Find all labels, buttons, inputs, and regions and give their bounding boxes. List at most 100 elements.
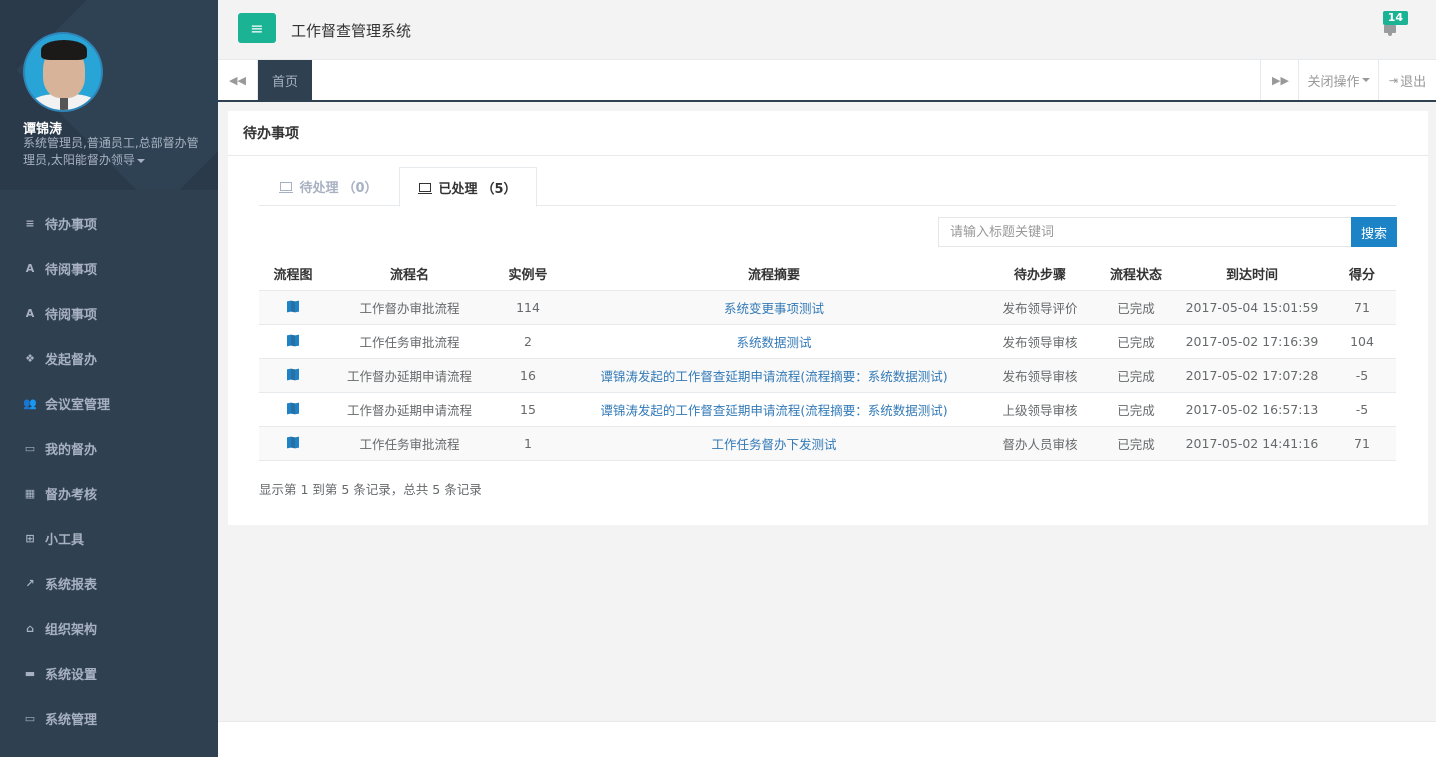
tab-scroll-right-button[interactable]: ▶▶ bbox=[1260, 60, 1300, 100]
caret-down-icon bbox=[136, 158, 145, 163]
summary-link[interactable]: 谭锦涛发起的工作督查延期申请流程(流程摘要：系统数据测试) bbox=[600, 403, 947, 418]
tab-bar: ◀◀ 首页 ▶▶ 关闭操作 ⇥ 退出 bbox=[218, 60, 1436, 102]
sidebar-item-1[interactable]: A 待阅事项 bbox=[0, 246, 218, 291]
map-icon[interactable] bbox=[287, 402, 299, 414]
column-header[interactable]: 到达时间 bbox=[1176, 257, 1328, 291]
map-icon[interactable] bbox=[287, 334, 299, 346]
sidebar-item-6[interactable]: ▦ 督办考核 bbox=[0, 471, 218, 516]
sidebar-item-4[interactable]: 👥 会议室管理 bbox=[0, 381, 218, 426]
sidebar-item-label: 待阅事项 bbox=[45, 308, 98, 323]
sidebar-item-label: 系统管理 bbox=[45, 713, 98, 728]
credit-card-icon: ▬ bbox=[24, 667, 36, 680]
close-operations-dropdown[interactable]: 关闭操作 bbox=[1298, 60, 1378, 100]
sidebar-item-label: 发起督办 bbox=[45, 353, 98, 368]
tab-pending[interactable]: 待处理 （0） bbox=[259, 167, 399, 206]
sidebar-item-label: 小工具 bbox=[45, 533, 85, 548]
map-icon[interactable] bbox=[287, 436, 299, 448]
column-header[interactable]: 流程状态 bbox=[1096, 257, 1176, 291]
sidebar-item-label: 督办考核 bbox=[45, 488, 98, 503]
footer bbox=[218, 721, 1436, 757]
column-header[interactable]: 流程名 bbox=[327, 257, 492, 291]
table-row[interactable]: 工作督办延期申请流程 16 谭锦涛发起的工作督查延期申请流程(流程摘要：系统数据测试… bbox=[259, 358, 1396, 393]
step-cell: 发布领导审核 bbox=[984, 358, 1096, 393]
tab-scroll-left-button[interactable]: ◀◀ bbox=[218, 60, 258, 100]
forward-icon: ▶▶ bbox=[1272, 73, 1289, 87]
column-header[interactable]: 得分 bbox=[1328, 257, 1396, 291]
column-header[interactable]: 流程摘要 bbox=[564, 257, 984, 291]
sidebar-item-label: 系统设置 bbox=[45, 668, 98, 683]
process-name-cell: 工作督办延期申请流程 bbox=[327, 358, 492, 393]
sidebar-item-10[interactable]: ▬ 系统设置 bbox=[0, 651, 218, 696]
column-header[interactable]: 待办步骤 bbox=[984, 257, 1096, 291]
instance-id-cell: 15 bbox=[492, 392, 564, 427]
sidebar-item-label: 待阅事项 bbox=[45, 263, 98, 278]
summary-link[interactable]: 工作任务督办下发测试 bbox=[711, 437, 836, 452]
arrival-time-cell: 2017-05-04 15:01:59 bbox=[1176, 290, 1328, 325]
column-header[interactable]: 流程图 bbox=[259, 257, 327, 291]
score-cell: -5 bbox=[1328, 358, 1396, 393]
score-cell: -5 bbox=[1328, 392, 1396, 427]
backward-icon: ◀◀ bbox=[229, 73, 246, 87]
laptop-icon: ▭ bbox=[24, 442, 36, 455]
font-icon: A bbox=[25, 262, 35, 275]
process-name-cell: 工作任务审批流程 bbox=[327, 324, 492, 359]
sidebar-item-0[interactable]: ≡ 待办事项 bbox=[0, 201, 218, 246]
summary-link[interactable]: 谭锦涛发起的工作督查延期申请流程(流程摘要：系统数据测试) bbox=[600, 369, 947, 384]
map-icon[interactable] bbox=[287, 368, 299, 380]
desktop-icon: ▭ bbox=[24, 712, 36, 725]
font-icon: A bbox=[25, 307, 35, 320]
sidebar-item-2[interactable]: A 待阅事项 bbox=[0, 291, 218, 336]
process-table: 流程图 流程名 实例号 流程摘要 待办步骤 流程状态 到达时间 得分 工作督办审… bbox=[259, 257, 1396, 461]
summary-cell: 谭锦涛发起的工作督查延期申请流程(流程摘要：系统数据测试) bbox=[564, 392, 984, 427]
table-row[interactable]: 工作督办审批流程 114 系统变更事项测试 发布领导评价 已完成 2017-05-04 1… bbox=[259, 290, 1396, 325]
status-cell: 已完成 bbox=[1096, 290, 1176, 325]
tab-processed[interactable]: 已处理 （5） bbox=[399, 167, 537, 207]
summary-cell: 系统数据测试 bbox=[564, 324, 984, 359]
instance-id-cell: 16 bbox=[492, 358, 564, 393]
bars-icon: ≡ bbox=[250, 18, 264, 38]
sidebar-item-9[interactable]: ⌂ 组织架构 bbox=[0, 606, 218, 651]
laptop-icon bbox=[279, 182, 294, 193]
sidebar-item-8[interactable]: ↗ 系统报表 bbox=[0, 561, 218, 606]
cubes-icon: ❖ bbox=[25, 352, 35, 365]
summary-link[interactable]: 系统数据测试 bbox=[736, 335, 811, 350]
process-name-cell: 工作任务审批流程 bbox=[327, 426, 492, 461]
user-roles-dropdown[interactable]: 系统管理员,普通员工,总部督办管理员,太阳能督办领导 bbox=[23, 135, 203, 169]
menu-toggle-button[interactable]: ≡ bbox=[238, 13, 276, 43]
pagination-info: 显示第 1 到第 5 条记录，总共 5 条记录 bbox=[259, 482, 482, 497]
sidebar-item-11[interactable]: ▭ 系统管理 bbox=[0, 696, 218, 741]
step-cell: 上级领导审核 bbox=[984, 392, 1096, 427]
summary-link[interactable]: 系统变更事项测试 bbox=[724, 301, 824, 316]
sidebar: 谭锦涛 系统管理员,普通员工,总部督办管理员,太阳能督办领导 ≡ 待办事项 A 待阅事… bbox=[0, 0, 218, 757]
todo-panel: 待办事项 待处理（0） 已处理（5） 搜索 流程图 流程名 实例号 流程摘要 待… bbox=[228, 111, 1428, 525]
logout-button[interactable]: ⇥ 退出 bbox=[1378, 60, 1436, 100]
avatar[interactable] bbox=[23, 32, 103, 112]
search-input[interactable] bbox=[938, 217, 1352, 247]
table-row[interactable]: 工作任务审批流程 2 系统数据测试 发布领导审核 已完成 2017-05-02 17:16… bbox=[259, 324, 1396, 359]
map-icon[interactable] bbox=[287, 300, 299, 312]
status-cell: 已完成 bbox=[1096, 426, 1176, 461]
search-button[interactable]: 搜索 bbox=[1351, 217, 1397, 247]
arrival-time-cell: 2017-05-02 17:07:28 bbox=[1176, 358, 1328, 393]
sidebar-item-3[interactable]: ❖ 发起督办 bbox=[0, 336, 218, 381]
sidebar-nav: ≡ 待办事项 A 待阅事项 A 待阅事项 ❖ 发起督办 👥 会议室管理 ▭ 我的督办 ▦ 督办考核 ⊞ 小工具… bbox=[0, 201, 218, 741]
flowchart-cell bbox=[259, 358, 327, 393]
app-title: 工作督查管理系统 bbox=[291, 22, 412, 40]
flowchart-cell bbox=[259, 290, 327, 325]
process-name-cell: 工作督办审批流程 bbox=[327, 290, 492, 325]
flowchart-cell bbox=[259, 324, 327, 359]
arrival-time-cell: 2017-05-02 17:16:39 bbox=[1176, 324, 1328, 359]
sidebar-item-7[interactable]: ⊞ 小工具 bbox=[0, 516, 218, 561]
user-profile: 谭锦涛 系统管理员,普通员工,总部督办管理员,太阳能督办领导 bbox=[0, 0, 218, 190]
table-row[interactable]: 工作督办延期申请流程 15 谭锦涛发起的工作督查延期申请流程(流程摘要：系统数据测试… bbox=[259, 392, 1396, 427]
caret-down-icon bbox=[1361, 78, 1370, 82]
instance-id-cell: 2 bbox=[492, 324, 564, 359]
top-navbar: ≡ 工作督查管理系统 14 bbox=[218, 0, 1436, 60]
table-row[interactable]: 工作任务审批流程 1 工作任务督办下发测试 督办人员审核 已完成 2017-05-02 1… bbox=[259, 426, 1396, 461]
instance-id-cell: 1 bbox=[492, 426, 564, 461]
tab-home[interactable]: 首页 bbox=[258, 60, 312, 100]
column-header[interactable]: 实例号 bbox=[492, 257, 564, 291]
bank-icon: ⌂ bbox=[26, 622, 34, 635]
sidebar-item-5[interactable]: ▭ 我的督办 bbox=[0, 426, 218, 471]
notification-badge: 14 bbox=[1382, 11, 1408, 25]
